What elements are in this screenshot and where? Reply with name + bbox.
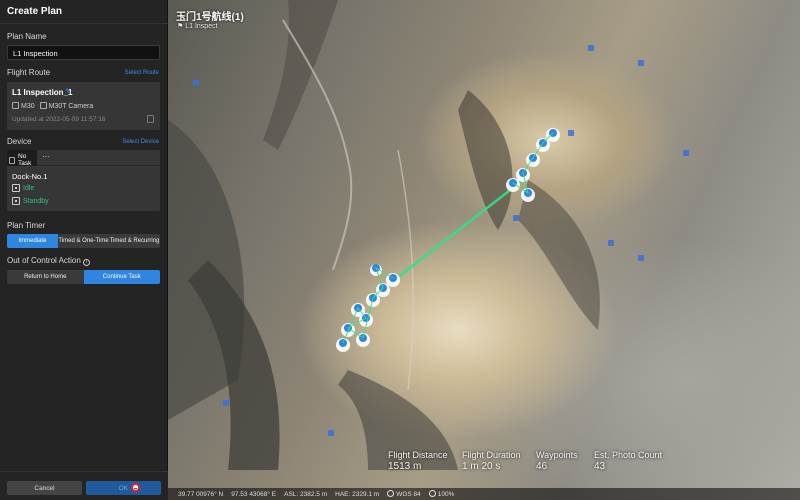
more-tab[interactable]: ···	[42, 152, 50, 161]
route-name: L1 Inspection_1	[12, 88, 73, 97]
create-plan-panel: Create Plan Plan Name L1 Inspection Flig…	[0, 0, 168, 500]
out-of-control-selector: Return to Home Continue Task	[7, 270, 160, 284]
asl-readout: ASL: 2382.5 m	[284, 490, 328, 498]
copy-icon[interactable]	[147, 115, 154, 123]
drone-icon	[12, 102, 19, 109]
stat-label: Waypoints	[536, 450, 578, 460]
stat-value: 1 m 20 s	[462, 461, 501, 472]
info-icon[interactable]: i	[82, 259, 90, 266]
device-card: No Task ··· Dock-No.1 Idle Standby	[7, 150, 160, 211]
dock-status: Idle	[23, 184, 35, 192]
stat-waypoints: Waypoints 46	[536, 450, 578, 472]
tab-no-task[interactable]: No Task	[7, 150, 37, 167]
stat-value: 43	[594, 461, 606, 472]
option-continue-task[interactable]: Continue Task	[83, 270, 160, 284]
select-device-link[interactable]: Select Device	[122, 139, 159, 145]
route-card[interactable]: L1 Inspection_1 ✎ M30 M30T Camera Update…	[7, 82, 160, 130]
map-view[interactable]: 玉门1号航线(1) ⚑ L1 Inspect Flight Distance 1…	[168, 0, 800, 500]
panel-footer: Cancel OK	[0, 471, 168, 500]
cancel-button[interactable]: Cancel	[7, 481, 82, 495]
plan-timer-label: Plan Timer	[7, 221, 46, 230]
out-of-control-text: Out of Control Action	[7, 256, 81, 265]
device-label: Device	[7, 137, 32, 146]
zoom-readout: 100%	[437, 491, 455, 498]
out-of-control-label: Out of Control Action i	[7, 256, 90, 266]
timer-option-recurring[interactable]: Timed & Recurring	[109, 234, 160, 248]
camera-model: M30T Camera	[48, 103, 94, 110]
route-title: 玉门1号航线(1)	[176, 12, 244, 23]
stat-label: Est. Photo Count	[594, 450, 663, 460]
route-device-row: M30 M30T Camera	[12, 102, 93, 110]
route-updated-time: Updated at 2022-05-09 11:57:16	[12, 116, 106, 123]
dock-name: Dock-No.1	[12, 172, 48, 181]
edit-pencil-icon[interactable]: ✎	[65, 87, 72, 96]
select-route-link[interactable]: Select Route	[125, 70, 159, 76]
dock-icon	[9, 156, 16, 164]
timer-option-immediate[interactable]: Immediate	[7, 234, 58, 248]
error-icon	[131, 483, 140, 492]
route-subtitle: ⚑ L1 Inspect	[177, 23, 218, 30]
option-return-to-home[interactable]: Return to Home	[7, 270, 84, 284]
tab-no-task-label: No Task	[18, 153, 32, 167]
timer-option-one-time[interactable]: Timed & One-Time	[58, 234, 109, 248]
zoom-icon	[428, 490, 436, 497]
plan-name-label: Plan Name	[7, 32, 47, 41]
plan-name-input[interactable]: L1 Inspection	[7, 45, 160, 60]
stat-value: 1513 m	[388, 461, 422, 472]
aircraft-status: Standby	[23, 197, 49, 205]
aircraft-icon	[12, 197, 20, 205]
ok-button[interactable]: OK	[86, 481, 161, 495]
datum-readout: WGS 84	[396, 491, 421, 498]
stat-value: 46	[536, 461, 548, 472]
divider	[0, 23, 168, 24]
device-tab-row: No Task ···	[7, 150, 160, 167]
camera-icon	[39, 102, 47, 109]
dock-status-row: Idle	[12, 184, 34, 192]
route-subtitle-text: L1 Inspect	[185, 23, 218, 30]
flight-route-label: Flight Route	[7, 68, 51, 77]
panel-title: Create Plan	[7, 6, 63, 17]
aircraft-model: M30	[21, 103, 35, 110]
longitude-readout: 97.53 43068° E	[231, 490, 277, 498]
ok-button-label: OK	[118, 484, 129, 492]
latitude-readout: 39.77 00976° N	[178, 490, 224, 498]
map-status-bar: 39.77 00976° N 97.53 43068° E ASL: 2382.…	[168, 488, 800, 500]
stat-label: Flight Distance	[388, 450, 448, 460]
aircraft-status-row: Standby	[12, 197, 49, 205]
globe-icon	[387, 490, 395, 497]
dock-icon	[12, 184, 20, 192]
stat-label: Flight Duration	[462, 450, 521, 460]
plan-timer-selector: Immediate Timed & One-Time Timed & Recur…	[7, 234, 160, 248]
stat-photo-count: Est. Photo Count 43	[594, 450, 662, 472]
stat-flight-distance: Flight Distance 1513 m	[388, 450, 448, 472]
map-terrain	[168, 0, 689, 470]
hae-readout: HAE: 2329.1 m	[335, 490, 380, 498]
stat-flight-duration: Flight Duration 1 m 20 s	[462, 450, 521, 472]
